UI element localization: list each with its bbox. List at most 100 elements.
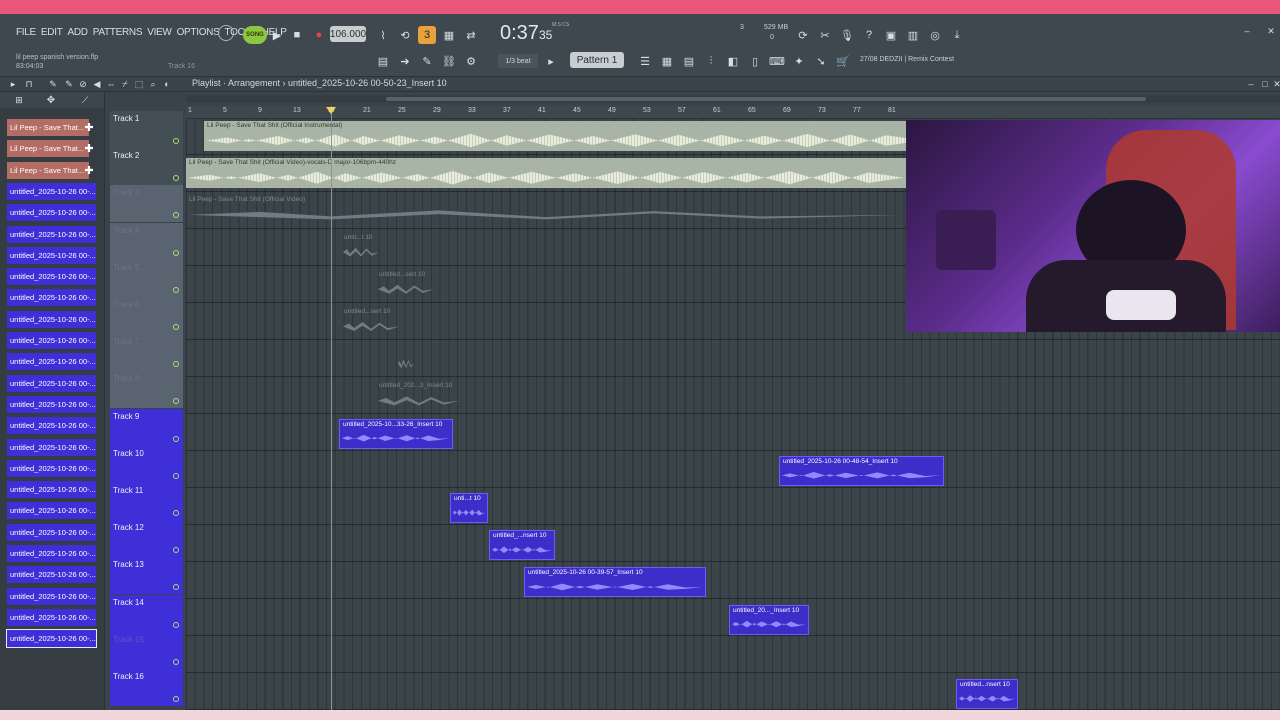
audio-clip[interactable]: untitled_2025-10-26 00-48-54_Insert 10 — [779, 455, 944, 486]
track-mute-indicator-icon[interactable] — [173, 435, 179, 442]
audio-clip[interactable]: untitled...sert 10 — [341, 307, 401, 337]
plugin-tool-icon[interactable]: ⚙ — [462, 52, 480, 70]
audio-clip[interactable]: untitled_...nsert 10 — [489, 530, 555, 561]
browser-clip-item[interactable]: untitled_2025-10-26 00-... — [7, 332, 96, 349]
scrollbar-thumb[interactable] — [386, 97, 1146, 101]
track-header-1[interactable]: Track 1 — [110, 111, 183, 148]
browser-clip-item[interactable]: untitled_2025-10-26 00-... — [7, 225, 96, 243]
audio-clip[interactable]: untitled_2025-10-26 00-39-57_Insert 10 — [524, 567, 706, 598]
track-header-11[interactable]: Track 11 — [110, 483, 183, 520]
arrow-icon[interactable]: ➔ — [396, 52, 414, 70]
microphone-icon[interactable]: 🎙 — [838, 26, 856, 44]
track-header-9[interactable]: Track 9 — [110, 408, 183, 446]
record-icon[interactable]: ● — [310, 26, 328, 44]
add-clip-icon[interactable]: ✚ — [84, 140, 94, 157]
track-mute-indicator-icon[interactable] — [173, 175, 179, 182]
channel-rack-icon[interactable]: ▦ — [658, 52, 676, 70]
browser-clip-item[interactable]: untitled_2025-10-26 00-... — [7, 523, 96, 541]
track-mute-indicator-icon[interactable] — [173, 621, 179, 628]
audio-clip[interactable]: unti...t 10 — [450, 493, 488, 523]
browser-clip-item[interactable]: untitled_2025-10-26 00-... — [7, 204, 96, 222]
track-mute-indicator-icon[interactable] — [173, 696, 179, 702]
track-mute-indicator-icon[interactable] — [173, 249, 179, 256]
touch-keyboard-icon[interactable]: ⌨ — [768, 52, 786, 70]
audio-clip[interactable]: Lil Peep - Save That Shit (Official Inst… — [204, 121, 924, 151]
browser-clip-item[interactable]: untitled_2025-10-26 00-... — [7, 395, 96, 413]
track-mute-indicator-icon[interactable] — [173, 324, 179, 330]
pattern-prev-icon[interactable]: ▸ — [542, 52, 560, 70]
song-mode-button[interactable]: SONG — [243, 26, 267, 44]
save-icon[interactable]: ▣ — [882, 26, 900, 44]
play-icon[interactable]: ▶ — [268, 26, 286, 44]
track-header-14[interactable]: Track 14 — [110, 594, 183, 632]
track-mute-indicator-icon[interactable] — [173, 398, 179, 405]
playlist-icon[interactable]: ☰ — [636, 52, 654, 70]
track-mute-indicator-icon[interactable] — [173, 361, 179, 368]
browser-icon[interactable]: ◧ — [724, 52, 742, 70]
browser-clip-item[interactable]: untitled_2025-10-26 00-... — [7, 481, 96, 499]
track-header-3[interactable]: Track 3 — [110, 185, 183, 223]
tempo-display[interactable]: 106.000 — [330, 26, 366, 42]
track-header-13[interactable]: Track 13 — [110, 557, 183, 595]
track-header-10[interactable]: Track 10 — [110, 445, 183, 483]
window-close-icon[interactable]: ✕ — [1268, 75, 1280, 93]
snap-select[interactable]: 1/3 beat — [498, 54, 538, 68]
horizontal-scrollbar[interactable] — [186, 95, 1280, 103]
menu-item-edit[interactable]: EDIT — [41, 27, 63, 38]
audio-clip[interactable]: Lil Peep - Save That Shit (Official Vide… — [186, 158, 906, 189]
playhead-marker-icon[interactable] — [326, 107, 336, 114]
browser-clip-item[interactable]: untitled_2025-10-26 00-... — [7, 353, 96, 371]
browser-clip-item[interactable]: untitled_2025-10-26 00-... — [7, 417, 96, 435]
loop-record-icon[interactable]: ⟲ — [396, 26, 414, 44]
metronome-icon[interactable] — [218, 25, 234, 41]
track-header-12[interactable]: Track 12 — [110, 520, 183, 558]
browser-clip-item[interactable]: untitled_2025-10-26 00-... — [7, 502, 96, 520]
step-edit-icon[interactable]: ▦ — [440, 26, 458, 44]
browser-clip-item[interactable]: untitled_2025-10-26 00-... — [7, 608, 96, 626]
track-header-6[interactable]: Track 6 — [110, 297, 183, 334]
audio-clip[interactable]: Lil Peep - Save That Shit (Official Vide… — [186, 195, 906, 225]
track-header-7[interactable]: Track 7 — [110, 334, 183, 372]
menu-item-view[interactable]: VIEW — [147, 27, 172, 38]
browser-move-icon[interactable]: ✥ — [42, 91, 60, 109]
link-icon[interactable]: ⛓ — [440, 52, 458, 70]
browser-clip-item[interactable]: untitled_2025-10-26 00-... — [6, 629, 97, 649]
browser-clip-item[interactable]: untitled_2025-10-26 00-... — [7, 246, 96, 264]
menu-item-options[interactable]: OPTIONS — [177, 27, 220, 38]
track-header-15[interactable]: Track 15 — [110, 631, 183, 669]
pattern-select[interactable]: Pattern 1 — [570, 52, 624, 68]
browser-clip-item[interactable]: untitled_2025-10-26 00-... — [7, 310, 96, 328]
stop-icon[interactable]: ■ — [288, 26, 306, 44]
browser-clip-item[interactable]: Lil Peep - Save That... — [7, 161, 89, 179]
track-mute-indicator-icon[interactable] — [173, 510, 179, 516]
browser-clip-item[interactable]: untitled_2025-10-26 00-... — [7, 566, 96, 584]
track-mute-indicator-icon[interactable] — [173, 138, 179, 144]
piano-roll-icon[interactable]: ▤ — [680, 52, 698, 70]
wait-icon[interactable]: ⌇ — [374, 26, 392, 44]
browser-clip-item[interactable]: untitled_2025-10-26 00-... — [7, 374, 96, 392]
track-mute-indicator-icon[interactable] — [173, 286, 179, 293]
audio-clip[interactable]: untitled_20..._Insert 10 — [729, 604, 809, 635]
browser-view-icon[interactable]: ⊞ — [10, 91, 28, 109]
download-icon[interactable]: ⤓ — [948, 26, 966, 44]
track-mute-indicator-icon[interactable] — [173, 472, 179, 479]
audio-clip[interactable]: untitled...nsert 10 — [956, 679, 1018, 709]
browser-clip-item[interactable]: untitled_2025-10-26 00-... — [7, 289, 96, 307]
scissors-icon[interactable]: ✂ — [816, 26, 834, 44]
track-header-16[interactable]: Track 16 — [110, 669, 183, 706]
track-mute-indicator-icon[interactable] — [173, 584, 179, 591]
track-header-4[interactable]: Track 4 — [110, 222, 183, 260]
track-mute-indicator-icon[interactable] — [173, 547, 179, 554]
add-clip-icon[interactable]: ✚ — [84, 119, 94, 136]
keyboard-icon[interactable]: ▤ — [374, 52, 392, 70]
browser-clip-item[interactable]: untitled_2025-10-26 00-... — [7, 545, 96, 562]
browser-clip-item[interactable]: untitled_2025-10-26 00-... — [7, 438, 96, 456]
timeline-ruler[interactable]: 159131721252933374145495357616569737781 — [186, 106, 1280, 119]
add-clip-icon[interactable]: ✚ — [84, 162, 94, 179]
browser-clip-item[interactable]: untitled_2025-10-26 00-... — [7, 268, 96, 286]
arrow-back-icon[interactable]: ➘ — [812, 52, 830, 70]
browser-clip-item[interactable]: untitled_2025-10-26 00-... — [7, 182, 96, 200]
audio-clip[interactable]: untitled_202...3_Insert 10 — [376, 381, 462, 411]
menu-item-patterns[interactable]: PATTERNS — [93, 27, 143, 38]
countdown-icon[interactable]: 3 — [418, 26, 436, 44]
